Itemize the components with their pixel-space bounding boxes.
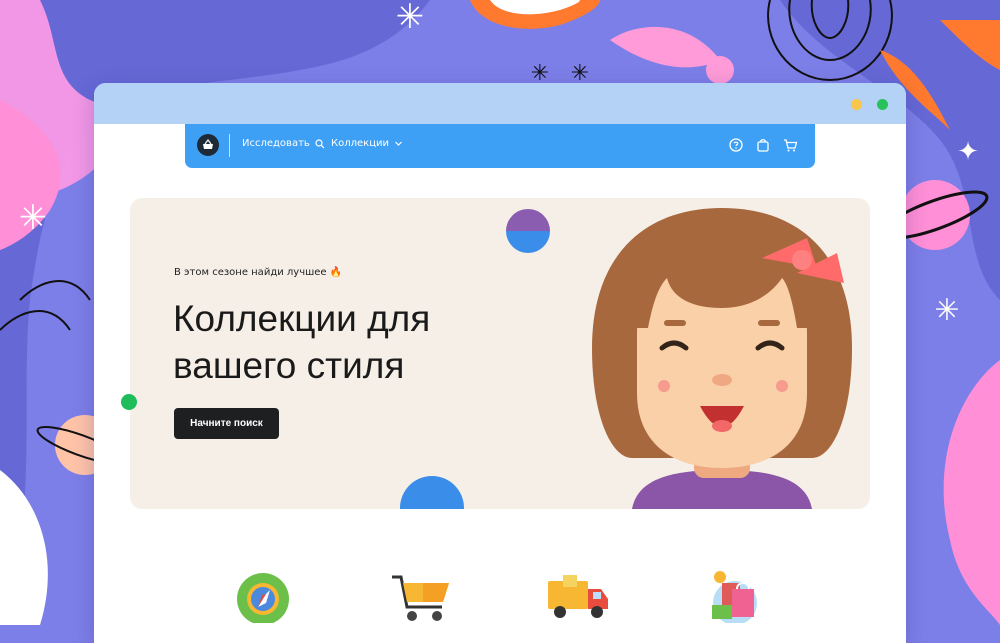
svg-text:✦: ✦ xyxy=(957,137,979,167)
svg-text:✳: ✳ xyxy=(934,293,959,328)
hero-banner: В этом сезоне найди лучшее 🔥 Коллекции д… xyxy=(130,198,870,509)
search-icon xyxy=(315,138,325,148)
nav-collections-label: Коллекции xyxy=(331,138,389,149)
shopping-bag-icon[interactable] xyxy=(754,136,772,154)
maximize-button[interactable] xyxy=(877,99,888,110)
nav-explore-label: Исследовать xyxy=(242,138,310,149)
smiling-girl-illustration xyxy=(592,208,852,509)
basket-icon[interactable] xyxy=(197,134,219,156)
hero-title: Коллекции для вашего стиля xyxy=(173,298,431,386)
help-icon[interactable] xyxy=(727,136,745,154)
navbar: Исследовать Коллекции xyxy=(185,124,815,168)
gift-shopping-icon xyxy=(712,571,757,623)
browser-window: Исследовать Коллекции В этом сезоне найд… xyxy=(94,83,906,643)
navbar-divider xyxy=(229,134,230,157)
svg-text:✳: ✳ xyxy=(396,0,425,37)
svg-text:✳: ✳ xyxy=(19,198,48,238)
cart-icon[interactable] xyxy=(781,136,799,154)
delivery-truck-icon xyxy=(548,575,608,618)
minimize-button[interactable] xyxy=(851,99,862,110)
window-titlebar xyxy=(94,83,906,124)
compass-icon xyxy=(237,573,289,623)
hero-eyebrow: В этом сезоне найди лучшее 🔥 xyxy=(174,267,343,278)
nav-explore[interactable]: Исследовать xyxy=(242,138,325,149)
start-search-button[interactable]: Начните поиск xyxy=(174,408,279,439)
shopping-cart-icon xyxy=(392,575,449,621)
chevron-down-icon xyxy=(395,141,402,146)
nav-collections-dropdown[interactable]: Коллекции xyxy=(331,138,403,149)
decorative-dot xyxy=(121,394,137,410)
